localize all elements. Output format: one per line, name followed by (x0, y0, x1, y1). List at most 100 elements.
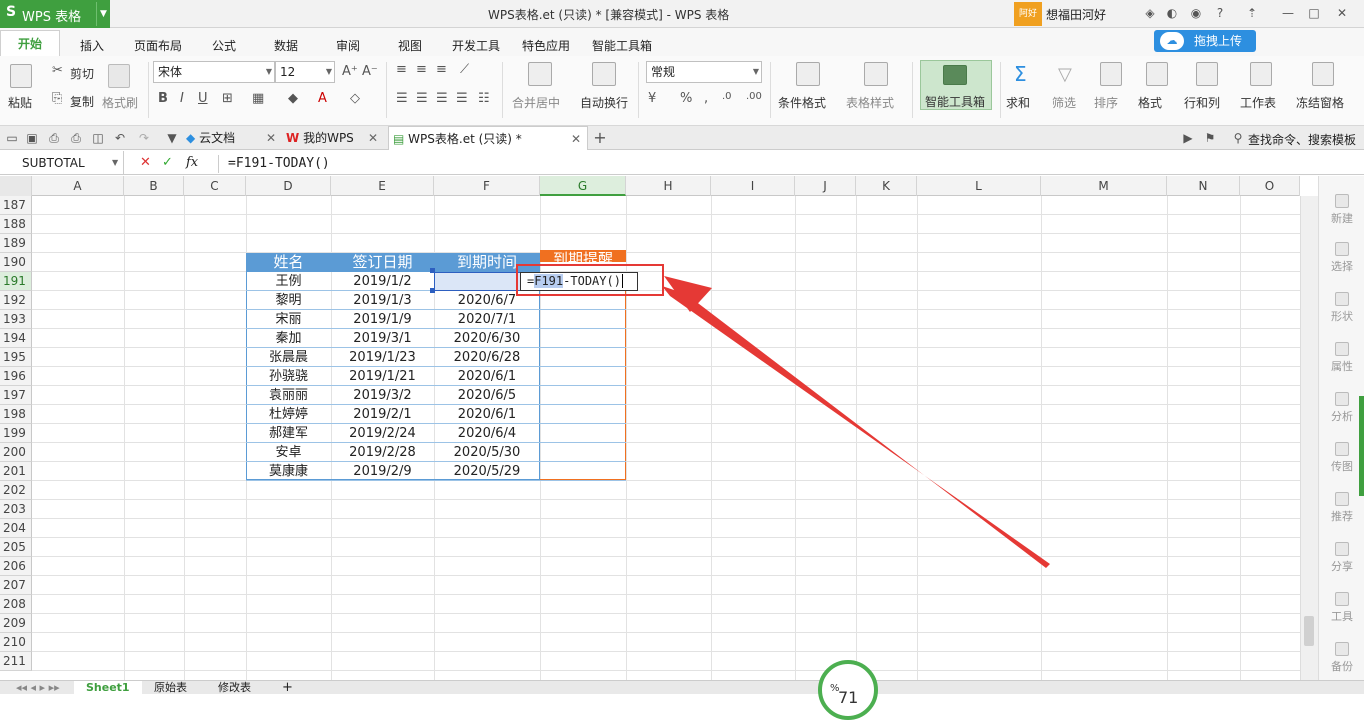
panel-new[interactable]: 新建 (1319, 194, 1364, 226)
row-header[interactable]: 193 (0, 310, 32, 329)
column-header-c[interactable]: C (184, 176, 246, 196)
format-painter-icon[interactable] (108, 64, 130, 88)
panel-upload-image[interactable]: 传图 (1319, 442, 1364, 474)
redo-icon[interactable]: ↷ (136, 130, 152, 146)
column-header-e[interactable]: E (331, 176, 434, 196)
paste-icon[interactable] (10, 64, 32, 88)
fill-color-icon[interactable]: ◆ (288, 91, 298, 106)
font-color-icon[interactable]: A (318, 91, 327, 106)
chevron-down-icon[interactable]: ▼ (112, 158, 118, 167)
conditional-format-button[interactable]: 条件格式 (778, 94, 826, 111)
column-header-d[interactable]: D (246, 176, 331, 196)
table-cell-sign-date[interactable]: 2019/1/3 (331, 291, 434, 310)
app-menu-button[interactable]: S WPS 表格 ▼ (0, 0, 110, 28)
tab-insert[interactable]: 插入 (80, 37, 104, 54)
column-header-o[interactable]: O (1240, 176, 1300, 196)
worksheet-button[interactable]: 工作表 (1240, 94, 1276, 111)
row-header[interactable]: 206 (0, 557, 32, 576)
confirm-icon[interactable]: ✓ (162, 155, 173, 170)
table-cell-name[interactable]: 宋丽 (246, 310, 331, 329)
panel-backup[interactable]: 备份 (1319, 642, 1364, 674)
panel-tools[interactable]: 工具 (1319, 592, 1364, 624)
table-cell-name[interactable]: 袁丽丽 (246, 386, 331, 405)
row-header[interactable]: 210 (0, 633, 32, 652)
table-cell-name[interactable]: 王例 (246, 272, 331, 291)
align-right-icon[interactable]: ☰ (436, 91, 448, 106)
chevron-down-icon[interactable]: ▼ (164, 130, 180, 146)
column-header-h[interactable]: H (626, 176, 711, 196)
table-cell-expire-date[interactable]: 2020/6/5 (434, 386, 540, 405)
table-cell-sign-date[interactable]: 2019/1/9 (331, 310, 434, 329)
table-cell-sign-date[interactable]: 2019/3/2 (331, 386, 434, 405)
scissors-icon[interactable]: ✂ (52, 63, 63, 78)
font-shrink-icon[interactable]: A⁻ (362, 64, 378, 79)
italic-icon[interactable]: I (180, 91, 184, 106)
tab-smart-toolbox[interactable]: 智能工具箱 (592, 37, 652, 54)
row-header-active[interactable]: 191 (0, 272, 32, 291)
row-header[interactable]: 194 (0, 329, 32, 348)
decrease-decimal-icon[interactable]: .00 (746, 91, 762, 102)
row-header[interactable]: 205 (0, 538, 32, 557)
tab-home[interactable]: 开始 (0, 30, 60, 56)
row-header[interactable]: 207 (0, 576, 32, 595)
align-center-icon[interactable]: ☰ (416, 91, 428, 106)
table-style-button[interactable]: 表格样式 (846, 94, 894, 111)
close-icon[interactable]: ✕ (368, 126, 378, 150)
row-header[interactable]: 208 (0, 595, 32, 614)
format-painter-button[interactable]: 格式刷 (102, 94, 138, 111)
table-header-name[interactable]: 姓名 (246, 253, 331, 272)
bold-icon[interactable]: B (158, 91, 168, 106)
chevron-down-icon[interactable]: ▼ (96, 2, 110, 26)
column-header-k[interactable]: K (856, 176, 917, 196)
sheet-tab-sheet1[interactable]: Sheet1 (74, 681, 142, 695)
table-cell-sign-date[interactable]: 2019/2/9 (331, 462, 434, 481)
search-commands[interactable]: 查找命令、搜索模板 (1248, 131, 1356, 148)
clear-format-icon[interactable]: ◇ (350, 91, 360, 106)
table-cell-expire-date[interactable]: 2020/6/1 (434, 367, 540, 386)
paste-button[interactable]: 粘贴 (8, 94, 32, 111)
font-name-select[interactable]: 宋体 ▼ (153, 61, 275, 83)
wrap-text-button[interactable]: 自动换行 (580, 94, 628, 111)
undo-icon[interactable]: ↶ (112, 130, 128, 146)
user-avatar[interactable]: 阿好 (1014, 2, 1042, 26)
column-header-a[interactable]: A (32, 176, 124, 196)
minimize-ribbon-icon[interactable]: ⇡ (1244, 5, 1260, 21)
row-header[interactable]: 188 (0, 215, 32, 234)
freeze-panes-icon[interactable] (1312, 62, 1334, 86)
select-all-corner[interactable] (0, 176, 32, 196)
row-header[interactable]: 190 (0, 253, 32, 272)
sort-icon[interactable] (1100, 62, 1122, 86)
border-icon[interactable]: ⊞ (222, 91, 233, 106)
sum-icon[interactable]: Σ (1014, 62, 1027, 86)
folder-icon[interactable]: ▭ (4, 130, 20, 146)
reference-handle[interactable] (430, 288, 435, 293)
save-icon[interactable]: ▣ (24, 130, 40, 146)
row-header[interactable]: 189 (0, 234, 32, 253)
tab-cloud-docs[interactable]: ◆ 云文档 ✕ (186, 126, 282, 150)
filter-icon[interactable]: ▽ (1058, 64, 1072, 85)
row-header[interactable]: 196 (0, 367, 32, 386)
add-sheet-icon[interactable]: + (270, 681, 305, 695)
table-cell-expire-date[interactable]: 2020/6/30 (434, 329, 540, 348)
currency-icon[interactable]: ¥ (648, 91, 656, 106)
worksheet-icon[interactable] (1250, 62, 1272, 86)
panel-properties[interactable]: 属性 (1319, 342, 1364, 374)
close-icon[interactable]: ✕ (266, 126, 276, 150)
new-tab-icon[interactable]: + (592, 130, 608, 146)
format-icon[interactable] (1146, 62, 1168, 86)
row-header[interactable]: 204 (0, 519, 32, 538)
help-icon[interactable]: ? (1212, 5, 1228, 21)
row-col-button[interactable]: 行和列 (1184, 94, 1220, 111)
row-header[interactable]: 199 (0, 424, 32, 443)
tab-wps-spreadsheet[interactable]: ▤ WPS表格.et (只读) * ✕ (388, 126, 588, 150)
table-cell-sign-date[interactable]: 2019/3/1 (331, 329, 434, 348)
sheet-nav-icon[interactable]: ◂◂ ◂ ▸ ▸▸ (4, 681, 72, 695)
column-header-l[interactable]: L (917, 176, 1041, 196)
orientation-icon[interactable]: ⟋ (460, 62, 469, 77)
panel-shape[interactable]: 形状 (1319, 292, 1364, 324)
cut-button[interactable]: 剪切 (70, 65, 94, 82)
table-cell-name[interactable]: 张晨晨 (246, 348, 331, 367)
search-icon[interactable]: ⚲ (1230, 130, 1246, 146)
tab-data[interactable]: 数据 (274, 37, 298, 54)
row-header[interactable]: 209 (0, 614, 32, 633)
